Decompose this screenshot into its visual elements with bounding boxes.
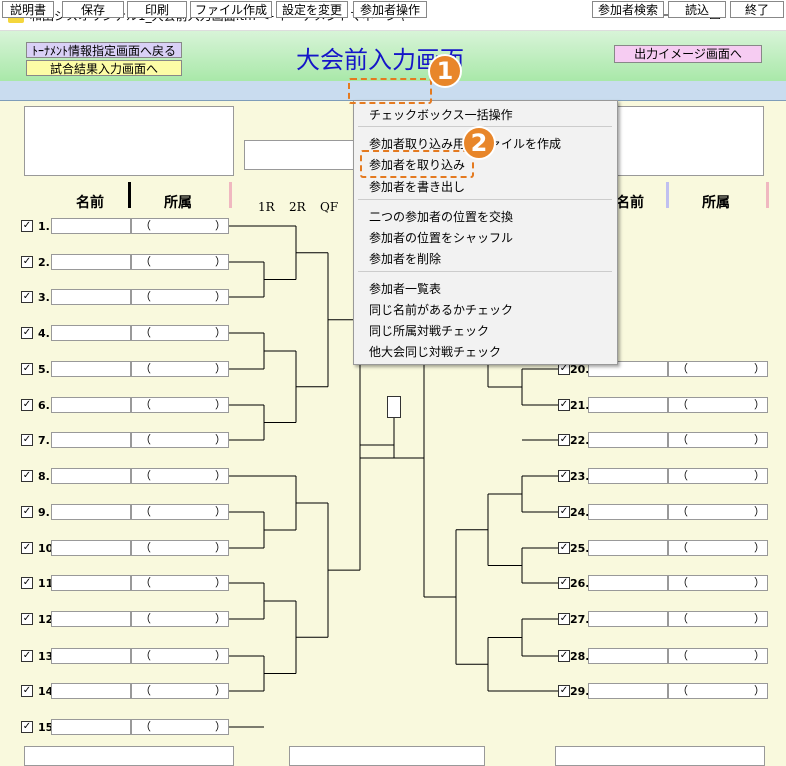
menu-item-duplicate-name-check[interactable]: 同じ名前があるかチェック: [369, 301, 513, 318]
bottom-right-box[interactable]: [555, 746, 765, 766]
menu-separator: [358, 271, 612, 272]
menu-item-swap-positions[interactable]: 二つの参加者の位置を交換: [369, 208, 513, 225]
callout-highlight-1: [348, 78, 432, 104]
bottom-center-box[interactable]: [289, 746, 485, 766]
menu-item-shuffle-positions[interactable]: 参加者の位置をシャッフル: [369, 229, 513, 246]
menu-separator: [358, 199, 612, 200]
menu-item-delete-participant[interactable]: 参加者を削除: [369, 250, 441, 267]
final-score-box[interactable]: [387, 396, 401, 418]
menu-item-bulk-checkbox[interactable]: チェックボックス一括操作: [369, 106, 513, 123]
callout-number-1: 1: [428, 54, 462, 88]
bottom-left-box[interactable]: [24, 746, 234, 766]
menu-item-same-affiliation-check[interactable]: 同じ所属対戦チェック: [369, 322, 489, 339]
callout-number-2: 2: [462, 126, 496, 160]
menu-item-participant-list[interactable]: 参加者一覧表: [369, 280, 441, 297]
menu-item-other-tournament-check[interactable]: 他大会同じ対戦チェック: [369, 343, 501, 360]
callout-highlight-2: [360, 150, 474, 178]
menu-item-export-participants[interactable]: 参加者を書き出し: [369, 178, 465, 195]
